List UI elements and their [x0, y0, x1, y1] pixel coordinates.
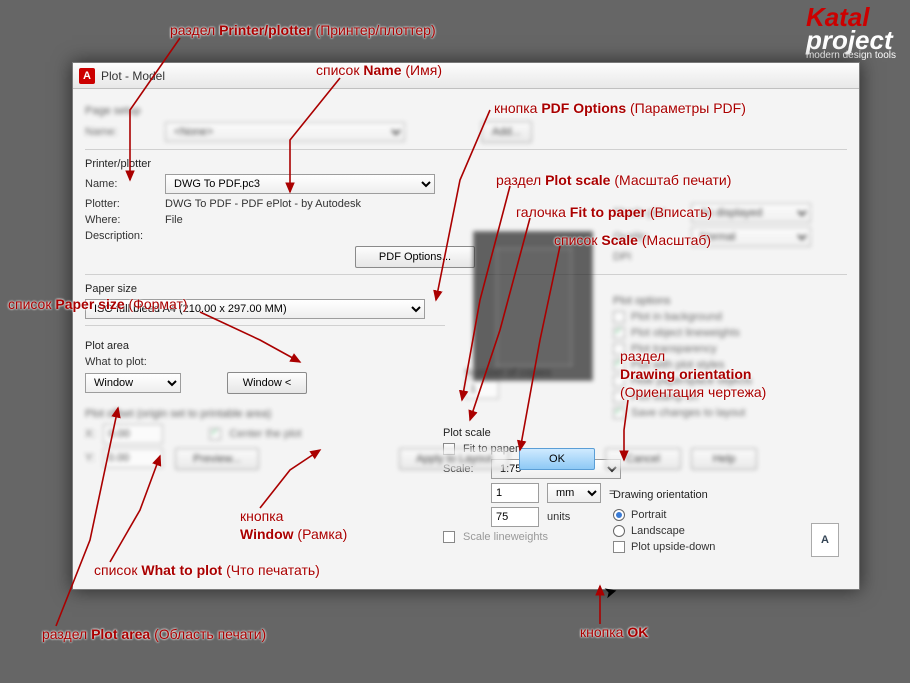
copies-input[interactable]	[465, 379, 499, 399]
plot-options-heading: Plot options	[613, 295, 853, 307]
center-plot-checkbox[interactable]	[209, 428, 221, 440]
ok-button[interactable]: OK	[519, 448, 595, 470]
scale-unit-select[interactable]: mm	[547, 483, 601, 503]
anno-ok: кнопка OK	[580, 624, 648, 640]
what-to-plot-select[interactable]: Window	[85, 373, 181, 393]
offset-x-label: X:	[85, 428, 95, 440]
landscape-radio[interactable]	[613, 525, 625, 537]
plot-area-heading: Plot area	[85, 340, 345, 352]
titlebar[interactable]: A Plot - Model	[73, 63, 859, 89]
window-title: Plot - Model	[101, 69, 165, 83]
opt-savechanges: Save changes to layout	[631, 407, 745, 419]
anno-plotscale: раздел Plot scale (Масштаб печати)	[496, 172, 731, 188]
orientation-icon: A	[811, 523, 839, 557]
cancel-button[interactable]: Cancel	[605, 448, 681, 470]
opt-background: Plot in background	[631, 311, 722, 323]
pagesetup-name-select[interactable]: <None>	[165, 122, 405, 142]
where-value: File	[165, 214, 183, 226]
copies-section: Number of copies	[465, 367, 551, 399]
pdf-options-button[interactable]: PDF Options...	[355, 246, 475, 268]
opt-lineweights: Plot object lineweights	[631, 327, 740, 339]
anno-scale: список Scale (Масштаб)	[554, 232, 711, 248]
plot-offset-heading: Plot offset (origin set to printable are…	[85, 408, 385, 420]
scale-lineweights-checkbox[interactable]	[443, 531, 455, 543]
printer-plotter-section: Printer/plotter Name: DWG To PDF.pc3 Plo…	[85, 158, 847, 268]
anno-orientation-post: (Ориентация чертежа)	[620, 384, 766, 400]
portrait-label: Portrait	[631, 509, 666, 521]
plot-area-section: Plot area What to plot: Window Window <	[85, 340, 345, 398]
landscape-label: Landscape	[631, 525, 685, 537]
anno-orientation-b: Drawing orientation	[620, 366, 751, 382]
where-label: Where:	[85, 214, 157, 226]
portrait-radio[interactable]	[613, 509, 625, 521]
plot-scale-heading: Plot scale	[443, 427, 643, 439]
anno-whattoplot: список What to plot (Что печатать)	[94, 562, 320, 578]
anno-window: Window (Рамка)	[240, 526, 347, 542]
plotter-value: DWG To PDF - PDF ePlot - by Autodesk	[165, 198, 361, 210]
scale-denominator-input[interactable]	[491, 507, 539, 527]
anno-name: список Name (Имя)	[316, 62, 442, 78]
pagesetup-name-label: Name:	[85, 126, 157, 138]
printer-heading: Printer/plotter	[85, 158, 847, 170]
anno-window-pre: кнопка	[240, 508, 283, 524]
katalproject-logo: Katal project modern design tools	[806, 6, 896, 60]
paper-size-heading: Paper size	[85, 283, 445, 295]
units-label: units	[547, 511, 570, 523]
upside-down-label: Plot upside-down	[631, 541, 715, 553]
anno-fittopaper: галочка Fit to paper (Вписать)	[516, 204, 712, 220]
center-plot-label: Center the plot	[229, 428, 301, 440]
anno-orientation-pre: раздел	[620, 348, 665, 364]
drawing-orientation-section: Drawing orientation Portrait Landscape P…	[613, 489, 843, 557]
printer-name-label: Name:	[85, 178, 157, 190]
plotter-label: Plotter:	[85, 198, 157, 210]
orientation-heading: Drawing orientation	[613, 489, 843, 501]
scale-lineweights-label: Scale lineweights	[463, 531, 548, 543]
offset-x-input[interactable]	[103, 424, 163, 444]
plot-dialog: A Plot - Model Page setup Name: <None> A…	[72, 62, 860, 590]
anno-pdfoptions: кнопка PDF Options (Параметры PDF)	[494, 100, 746, 116]
apply-layout-button[interactable]: Apply to Layout	[399, 448, 509, 470]
pagesetup-add-button[interactable]: Add...	[481, 121, 532, 143]
autocad-icon: A	[79, 68, 95, 84]
footer-buttons: Preview... Apply to Layout OK Cancel Hel…	[73, 448, 859, 470]
anno-printer: раздел Printer/plotter (Принтер/плоттер)	[170, 22, 436, 38]
help-button[interactable]: Help	[691, 448, 757, 470]
logo-subtitle: modern design tools	[806, 51, 896, 60]
what-to-plot-label: What to plot:	[85, 356, 345, 368]
anno-papersize: список Paper size (Формат)	[8, 296, 188, 312]
copies-label: Number of copies	[465, 367, 551, 379]
scale-numerator-input[interactable]	[491, 483, 539, 503]
printer-name-select[interactable]: DWG To PDF.pc3	[165, 174, 435, 194]
desc-label: Description:	[85, 230, 157, 242]
preview-button[interactable]: Preview...	[175, 448, 259, 470]
anno-plotarea: раздел Plot area (Область печати)	[42, 626, 266, 642]
upside-down-checkbox[interactable]	[613, 541, 625, 553]
window-pick-button[interactable]: Window <	[227, 372, 307, 394]
